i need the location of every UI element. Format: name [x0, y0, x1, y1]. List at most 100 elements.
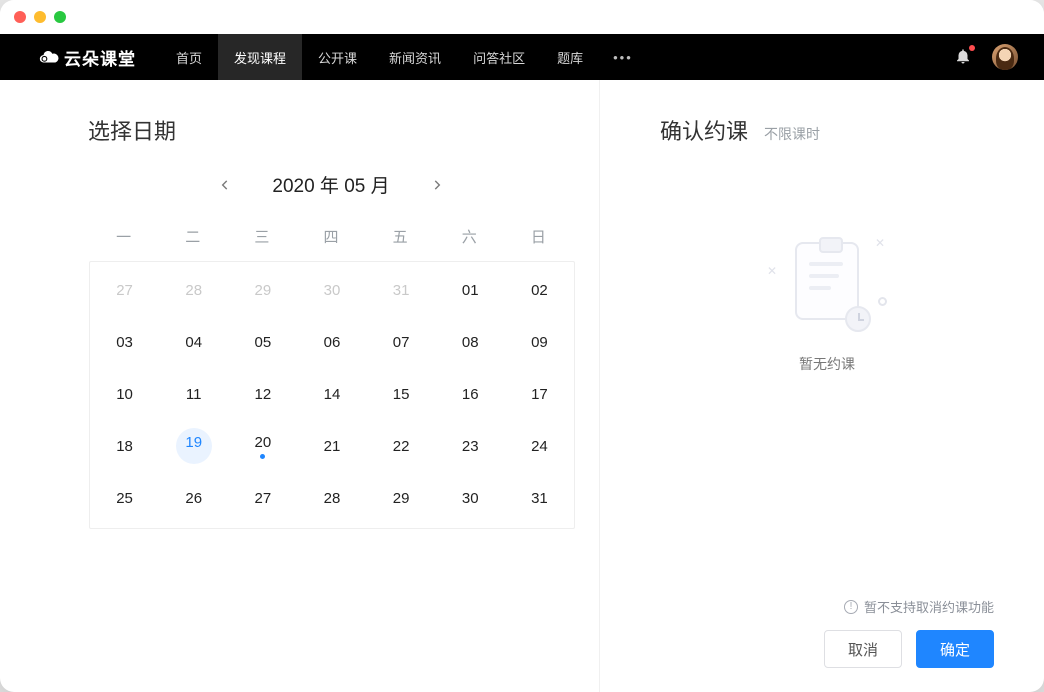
day-number: 12	[255, 386, 272, 403]
empty-illustration: ✕ ✕	[767, 236, 887, 336]
calendar-day[interactable]: 19	[159, 426, 228, 466]
prev-month-button[interactable]	[214, 174, 236, 196]
notifications-button[interactable]	[954, 47, 972, 68]
calendar: 2020 年 05 月 一二三四五六日 27282930310102030405…	[88, 170, 574, 530]
day-number: 24	[531, 438, 548, 455]
event-dot-icon	[191, 454, 196, 459]
calendar-day[interactable]: 24	[505, 426, 574, 466]
event-dot-icon	[260, 454, 265, 459]
day-number: 27	[255, 490, 272, 507]
calendar-day[interactable]: 06	[297, 322, 366, 362]
nav-more-button[interactable]: •••	[599, 50, 647, 65]
weekday-label: 二	[158, 226, 227, 247]
calendar-day[interactable]: 27	[228, 478, 297, 518]
calendar-day: 30	[297, 270, 366, 310]
confirm-subtitle: 不限课时	[764, 124, 820, 144]
day-number: 05	[255, 334, 272, 351]
days-grid-container: 2728293031010203040506070809101112141516…	[89, 261, 575, 529]
main-nav: 首页发现课程公开课新闻资讯问答社区题库	[160, 34, 599, 80]
info-icon: !	[844, 600, 858, 614]
calendar-day[interactable]: 12	[228, 374, 297, 414]
day-number: 09	[531, 334, 548, 351]
day-number: 21	[324, 438, 341, 455]
day-number: 11	[186, 386, 202, 403]
calendar-day[interactable]: 05	[228, 322, 297, 362]
warning-row: ! 暂不支持取消约课功能	[660, 597, 994, 616]
day-number: 30	[462, 490, 479, 507]
day-number: 14	[324, 386, 341, 403]
calendar-day[interactable]: 26	[159, 478, 228, 518]
day-number: 28	[185, 282, 202, 299]
calendar-day[interactable]: 29	[367, 478, 436, 518]
day-number: 04	[185, 334, 202, 351]
content-area: 选择日期 2020 年 05 月 一二三四五六日 272829303101020…	[0, 80, 1044, 692]
calendar-day[interactable]: 09	[505, 322, 574, 362]
day-number: 30	[324, 282, 341, 299]
calendar-day[interactable]: 21	[297, 426, 366, 466]
day-number: 26	[185, 490, 202, 507]
weekday-label: 三	[227, 226, 296, 247]
day-number: 07	[393, 334, 410, 351]
day-number: 19	[185, 434, 202, 451]
next-month-button[interactable]	[426, 174, 448, 196]
calendar-day[interactable]: 22	[367, 426, 436, 466]
nav-item[interactable]: 题库	[541, 34, 599, 80]
brand-logo[interactable]: 云朵课堂	[38, 45, 136, 70]
day-number: 08	[462, 334, 479, 351]
weekday-label: 五	[366, 226, 435, 247]
calendar-day: 29	[228, 270, 297, 310]
user-avatar[interactable]	[992, 44, 1018, 70]
confirm-title: 确认约课	[660, 114, 748, 146]
chevron-left-icon	[218, 178, 232, 192]
window-minimize-button[interactable]	[34, 11, 46, 23]
calendar-day[interactable]: 04	[159, 322, 228, 362]
calendar-day[interactable]: 30	[436, 478, 505, 518]
decoration-x-icon: ✕	[875, 236, 885, 250]
date-select-panel: 选择日期 2020 年 05 月 一二三四五六日 272829303101020…	[0, 80, 600, 692]
calendar-day[interactable]: 08	[436, 322, 505, 362]
calendar-day[interactable]: 10	[90, 374, 159, 414]
window-zoom-button[interactable]	[54, 11, 66, 23]
nav-item[interactable]: 新闻资讯	[373, 34, 457, 80]
confirm-footer: ! 暂不支持取消约课功能 取消 确定	[660, 597, 994, 668]
nav-item[interactable]: 首页	[160, 34, 218, 80]
weekday-label: 一	[89, 226, 158, 247]
calendar-day: 28	[159, 270, 228, 310]
weekday-label: 四	[296, 226, 365, 247]
decoration-circle-icon	[878, 297, 887, 306]
day-number: 02	[531, 282, 548, 299]
calendar-day[interactable]: 20	[228, 426, 297, 466]
calendar-day[interactable]: 31	[505, 478, 574, 518]
day-number: 16	[462, 386, 479, 403]
calendar-day[interactable]: 03	[90, 322, 159, 362]
calendar-day[interactable]: 14	[297, 374, 366, 414]
day-number: 23	[462, 438, 479, 455]
calendar-day[interactable]: 02	[505, 270, 574, 310]
day-number: 25	[116, 490, 133, 507]
calendar-day[interactable]: 11	[159, 374, 228, 414]
calendar-day[interactable]: 23	[436, 426, 505, 466]
empty-state: ✕ ✕ 暂无约课	[767, 236, 887, 374]
window-titlebar	[0, 0, 1044, 34]
cancel-button[interactable]: 取消	[824, 630, 902, 668]
nav-item[interactable]: 问答社区	[457, 34, 541, 80]
day-number: 15	[393, 386, 410, 403]
calendar-day[interactable]: 07	[367, 322, 436, 362]
calendar-day[interactable]: 17	[505, 374, 574, 414]
confirm-button[interactable]: 确定	[916, 630, 994, 668]
day-number: 06	[324, 334, 341, 351]
empty-state-text: 暂无约课	[767, 354, 887, 374]
calendar-day[interactable]: 16	[436, 374, 505, 414]
nav-item[interactable]: 公开课	[302, 34, 373, 80]
calendar-day: 31	[367, 270, 436, 310]
calendar-day[interactable]: 15	[367, 374, 436, 414]
calendar-day[interactable]: 18	[90, 426, 159, 466]
calendar-day[interactable]: 25	[90, 478, 159, 518]
nav-item[interactable]: 发现课程	[218, 34, 302, 80]
calendar-day[interactable]: 28	[297, 478, 366, 518]
day-number: 18	[116, 438, 133, 455]
decoration-x-icon: ✕	[767, 264, 777, 278]
window-close-button[interactable]	[14, 11, 26, 23]
day-number: 03	[116, 334, 133, 351]
calendar-day[interactable]: 01	[436, 270, 505, 310]
